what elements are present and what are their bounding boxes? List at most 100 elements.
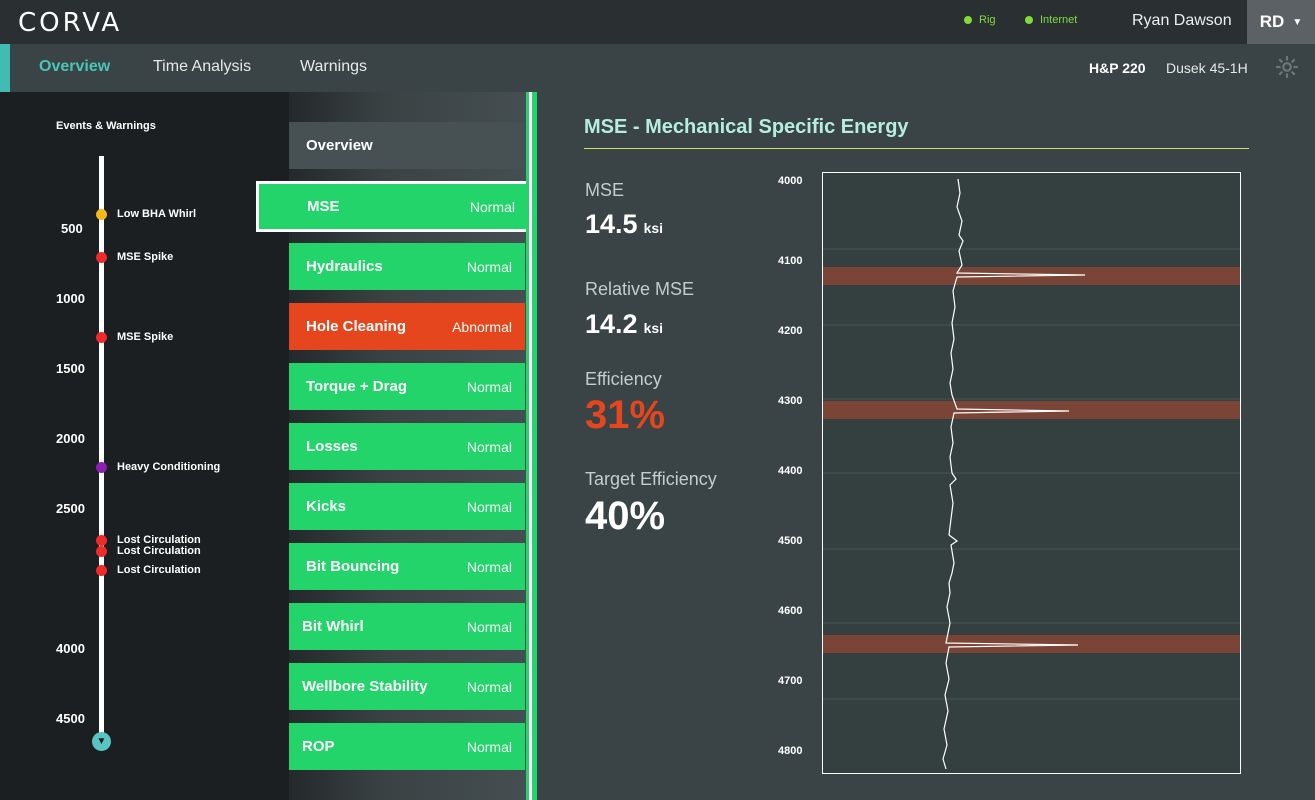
metric-number: 14.2 — [585, 309, 638, 339]
corva-logo[interactable]: CORVA — [18, 8, 122, 38]
metric-value-target-efficiency: 40% — [585, 494, 666, 538]
analysis-name: MSE — [307, 198, 340, 215]
conditioning-dot-icon — [96, 461, 107, 473]
analysis-name: Hole Cleaning — [306, 318, 407, 335]
event-marker[interactable]: Heavy Conditioning — [96, 461, 220, 473]
mse-plot-svg — [823, 178, 1240, 770]
analysis-status: Abnormal — [452, 318, 512, 335]
metric-value-relative-mse: 14.2 ksi — [585, 309, 663, 340]
depth-label: 4000 — [56, 641, 85, 656]
alert-dot-icon — [96, 564, 107, 576]
analysis-item-hydraulics[interactable]: Hydraulics Normal — [289, 243, 525, 290]
y-tick-label: 4500 — [778, 535, 803, 547]
analysis-name: Losses — [306, 438, 358, 455]
depth-track — [99, 156, 104, 742]
gear-icon[interactable] — [1274, 54, 1300, 80]
alert-dot-icon — [96, 545, 107, 557]
analysis-item-rop[interactable]: ROP Normal — [289, 723, 525, 770]
analysis-status: Normal — [466, 558, 512, 575]
tab-overview[interactable]: Overview — [39, 58, 110, 76]
depth-label: 2500 — [56, 501, 85, 516]
analysis-name: ROP — [302, 738, 335, 755]
analysis-item-losses[interactable]: Losses Normal — [289, 423, 525, 470]
analysis-item-kicks[interactable]: Kicks Normal — [289, 483, 525, 530]
metric-value-mse: 14.5 ksi — [585, 209, 663, 240]
event-label: Lost Circulation — [117, 545, 201, 557]
event-marker[interactable]: Lost Circulation — [96, 545, 201, 557]
warning-dot-icon — [96, 208, 107, 220]
analysis-name: Wellbore Stability — [302, 678, 428, 695]
rig-name: H&P 220 — [1089, 60, 1146, 76]
well-name: Dusek 45-1H — [1166, 60, 1248, 76]
event-label: MSE Spike — [117, 251, 174, 263]
metric-label-mse: MSE — [585, 180, 625, 200]
alert-dot-icon — [96, 331, 107, 343]
analysis-name: Torque + Drag — [306, 378, 407, 395]
event-label: Heavy Conditioning — [117, 461, 221, 473]
event-marker[interactable]: MSE Spike — [96, 331, 173, 343]
selection-divider-line — [529, 92, 532, 800]
user-name: Ryan Dawson — [1132, 12, 1232, 29]
rig-status-label: Rig — [979, 14, 996, 26]
internet-status-label: Internet — [1040, 14, 1078, 26]
event-marker[interactable]: Lost Circulation — [96, 564, 201, 576]
event-marker[interactable]: Low BHA Whirl — [96, 208, 196, 220]
event-label: Lost Circulation — [117, 564, 201, 576]
user-menu-button[interactable]: RD ▼ — [1247, 0, 1315, 44]
metric-label-relative-mse: Relative MSE — [585, 279, 695, 299]
y-tick-label: 4200 — [778, 325, 803, 337]
analysis-name: Bit Whirl — [302, 618, 364, 635]
event-marker[interactable]: MSE Spike — [96, 251, 173, 263]
analysis-status: Normal — [466, 498, 512, 515]
analysis-item-torque-drag[interactable]: Torque + Drag Normal — [289, 363, 525, 410]
rig-status-dot-icon — [964, 16, 972, 24]
caret-down-icon: ▼ — [1292, 16, 1303, 28]
title-underline — [584, 148, 1249, 149]
depth-label: 4500 — [56, 711, 85, 726]
analysis-item-bit-bouncing[interactable]: Bit Bouncing Normal — [289, 543, 525, 590]
metric-unit: ksi — [643, 320, 664, 336]
detail-title: MSE - Mechanical Specific Energy — [584, 116, 909, 138]
internet-status: Internet — [1025, 14, 1077, 26]
y-tick-label: 4700 — [778, 675, 803, 687]
nav-active-indicator — [0, 44, 10, 92]
scroll-down-icon[interactable]: ▼ — [92, 732, 111, 751]
analysis-name: Hydraulics — [306, 258, 383, 275]
alert-dot-icon — [96, 534, 107, 546]
analysis-name: Overview — [306, 137, 373, 154]
analysis-status: Normal — [466, 438, 512, 455]
internet-status-dot-icon — [1025, 16, 1033, 24]
analysis-status: Normal — [466, 258, 512, 275]
mse-depth-plot[interactable] — [822, 172, 1241, 774]
metric-number: 14.5 — [585, 209, 638, 239]
tab-time-analysis[interactable]: Time Analysis — [153, 58, 251, 76]
analysis-status: Normal — [466, 678, 512, 695]
top-bar: CORVA Rig Internet Ryan Dawson RD ▼ — [0, 0, 1315, 44]
metric-value-efficiency: 31% — [585, 393, 666, 437]
events-title: Events & Warnings — [56, 120, 156, 132]
y-tick-label: 4400 — [778, 465, 803, 477]
nav-bar: Overview Time Analysis Warnings H&P 220 … — [0, 44, 1315, 92]
depth-label: 1500 — [56, 361, 85, 376]
events-panel: Events & Warnings ▼ 500 1000 1500 2000 2… — [0, 92, 290, 800]
event-label: Low BHA Whirl — [117, 208, 197, 220]
avatar-initials: RD — [1259, 12, 1285, 31]
analysis-overview-item[interactable]: Overview — [289, 122, 525, 169]
analysis-item-hole-cleaning[interactable]: Hole Cleaning Abnormal — [289, 303, 525, 350]
rig-status: Rig — [964, 14, 996, 26]
depth-label: 2000 — [56, 431, 85, 446]
y-tick-label: 4300 — [778, 395, 803, 407]
analysis-item-mse[interactable]: MSE Normal — [256, 181, 528, 232]
metric-label-target-efficiency: Target Efficiency — [585, 469, 717, 489]
y-tick-label: 4100 — [778, 255, 803, 267]
analysis-status: Normal — [466, 378, 512, 395]
analysis-status: Normal — [466, 618, 512, 635]
event-label: MSE Spike — [117, 331, 174, 343]
alert-dot-icon — [96, 251, 107, 263]
y-tick-label: 4800 — [778, 745, 803, 757]
analysis-item-wellbore-stability[interactable]: Wellbore Stability Normal — [289, 663, 525, 710]
depth-label: 1000 — [56, 291, 85, 306]
tab-warnings[interactable]: Warnings — [300, 58, 367, 76]
y-tick-label: 4000 — [778, 175, 803, 187]
analysis-item-bit-whirl[interactable]: Bit Whirl Normal — [289, 603, 525, 650]
